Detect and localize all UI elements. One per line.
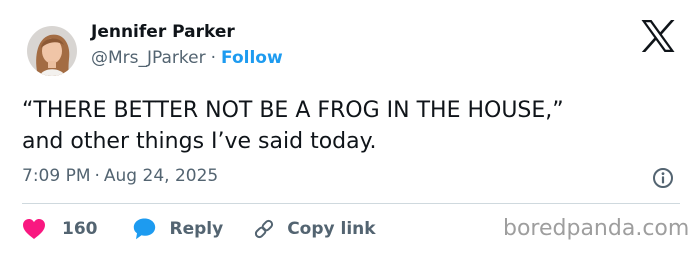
info-icon[interactable]: [651, 166, 675, 190]
follow-link[interactable]: Follow: [221, 48, 283, 68]
speech-bubble-icon: [133, 218, 155, 240]
timestamp-separator: ·: [94, 166, 100, 186]
tweet-text-line-2: and other things I’ve said today.: [22, 129, 377, 154]
profile-photo: [27, 26, 77, 76]
tweet-date: Aug 24, 2025: [103, 166, 219, 186]
link-icon: [255, 219, 274, 239]
like-count: 160: [62, 219, 98, 239]
handle-separator: ·: [210, 48, 217, 68]
copy-link-button[interactable]: Copy link: [253, 218, 376, 240]
author-name[interactable]: Jennifer Parker: [91, 22, 235, 42]
author-handle[interactable]: @Mrs_JParker: [91, 48, 206, 68]
action-divider: [22, 203, 680, 204]
reply-label: Reply: [169, 219, 224, 239]
heart-icon: [23, 219, 45, 239]
tweet-time: 7:09 PM: [22, 166, 91, 186]
tweet-text-line-1: “THERE BETTER NOT BE A FROG IN THE HOUSE…: [22, 98, 564, 123]
x-logo-icon[interactable]: [640, 19, 676, 53]
action-bar: 160 Reply Copy link: [22, 216, 376, 242]
tweet-text: “THERE BETTER NOT BE A FROG IN THE HOUSE…: [22, 95, 682, 157]
avatar[interactable]: [27, 26, 77, 76]
reply-button[interactable]: Reply: [132, 217, 224, 241]
like-button[interactable]: 160: [22, 218, 98, 240]
author-handle-row: @Mrs_JParker · Follow: [91, 48, 283, 68]
watermark: boredpanda.com: [503, 216, 690, 241]
timestamp[interactable]: 7:09 PM · Aug 24, 2025: [22, 166, 218, 186]
copy-link-label: Copy link: [287, 219, 376, 239]
